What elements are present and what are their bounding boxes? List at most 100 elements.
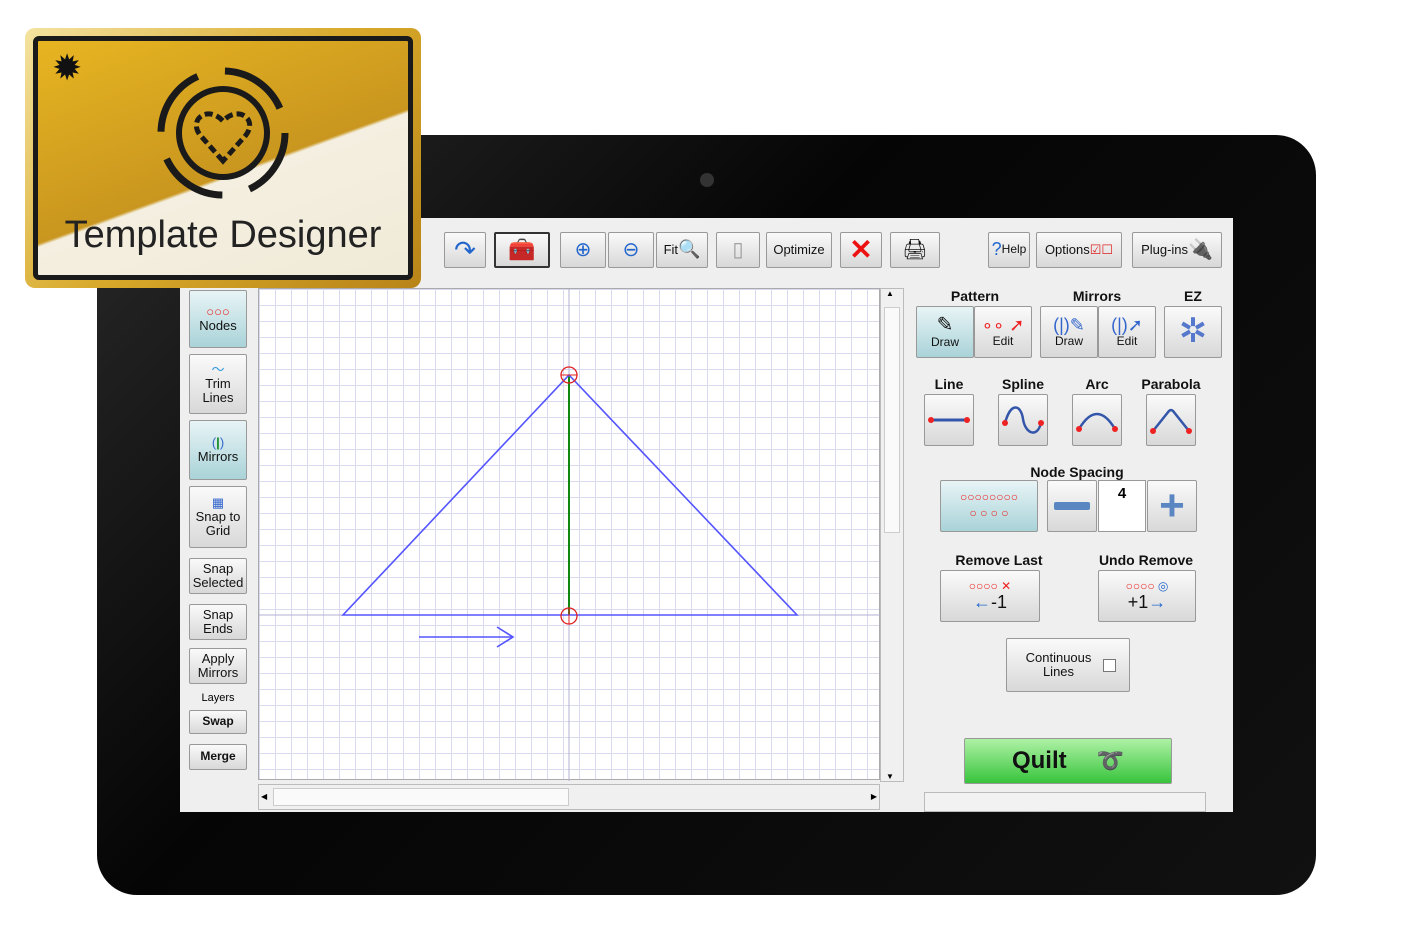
spline-tool-button[interactable] — [998, 394, 1048, 446]
ez-heading: EZ — [1184, 288, 1202, 304]
vertical-scrollbar[interactable]: ▲ ▼ — [880, 288, 904, 782]
star-flower-icon: ✲ — [1178, 312, 1208, 351]
mirrors-draw-button[interactable]: (|)✎ Draw — [1040, 306, 1098, 358]
swap-button[interactable]: Swap — [189, 710, 247, 734]
continuous-label: Continuous Lines — [1025, 649, 1092, 679]
pencil-icon: ✎ — [936, 314, 954, 337]
arc-icon — [1076, 412, 1118, 432]
pattern-edit-button[interactable]: ∘∘ ➚ Edit — [974, 306, 1032, 358]
scroll-down-icon[interactable]: ▼ — [886, 772, 894, 781]
spline-heading: Spline — [1001, 376, 1044, 392]
nodes-icon: ○○○ — [206, 303, 230, 319]
toolbox-button[interactable]: 🧰 — [494, 232, 550, 268]
options-button[interactable]: Options ☑☐ — [1036, 232, 1122, 268]
pattern-draw-button[interactable]: ✎ Draw — [916, 306, 974, 358]
node-spacing-value[interactable]: 4 — [1098, 480, 1146, 532]
snap-selected-button[interactable]: Snap Selected — [189, 558, 247, 594]
scroll-right-icon[interactable]: ▶ — [871, 792, 877, 801]
node-spacing-icon: ○○○○○○○○ ○ ○ ○ ○ — [960, 490, 1018, 520]
redo-button[interactable]: ↷ — [444, 232, 486, 268]
trim-lines-button[interactable]: 〜 Trim Lines — [189, 354, 247, 414]
left-arrow-icon: ← — [972, 591, 991, 612]
apply-mirrors-button[interactable]: Apply Mirrors — [189, 648, 247, 684]
line-heading: Line — [934, 376, 964, 392]
options-label: Options — [1044, 241, 1090, 257]
mirror-icon: (|) — [211, 434, 225, 450]
node-spacing-heading: Node Spacing — [1030, 464, 1124, 480]
nodes-label: Nodes — [199, 318, 237, 333]
mirrors-edit-label: Edit — [1116, 334, 1138, 349]
trim-label: Trim Lines — [202, 375, 234, 406]
right-arrow-icon: → — [1148, 591, 1167, 612]
mirrors-edit-button[interactable]: (|)➚ Edit — [1098, 306, 1156, 358]
increase-spacing-button[interactable]: + — [1147, 480, 1197, 532]
pattern-edit-label: Edit — [992, 334, 1014, 349]
quilt-label: Quilt — [1011, 746, 1067, 774]
snap-grid-label: Snap to Grid — [195, 508, 241, 539]
canvas-drawing — [259, 289, 881, 781]
snap-ends-button[interactable]: Snap Ends — [189, 604, 247, 640]
scroll-left-icon[interactable]: ◀ — [261, 792, 267, 801]
direction-arrow-icon — [419, 626, 515, 648]
fit-label: Fit — [663, 241, 679, 257]
plus-icon: + — [1159, 480, 1185, 530]
parabola-heading: Parabola — [1141, 376, 1201, 392]
undo-remove-button[interactable]: ○○○○ ◎ +1→ — [1098, 570, 1196, 622]
app-screen: ↷ 🧰 ⊕ ⊖ Fit 🔍 ▯ Optimize ✕ 🖨 ? Help Option… — [180, 218, 1233, 812]
page-button[interactable]: ▯ — [716, 232, 760, 268]
template-designer-badge: ✹ Template Designer — [25, 28, 421, 288]
checkbox-icon[interactable] — [1102, 658, 1116, 672]
help-button[interactable]: ? Help — [988, 232, 1030, 268]
fit-button[interactable]: Fit 🔍 — [656, 232, 708, 268]
scroll-up-icon[interactable]: ▲ — [886, 289, 894, 298]
mirrors-draw-label: Draw — [1054, 334, 1083, 349]
print-button[interactable]: 🖨 — [890, 232, 940, 268]
layers-label: Layers — [201, 692, 235, 704]
remove-last-button[interactable]: ○○○○ ✕ ←-1 — [940, 570, 1040, 622]
merge-button[interactable]: Merge — [189, 744, 247, 770]
trim-icon: 〜 — [211, 361, 225, 377]
nodes-button[interactable]: ○○○ Nodes — [189, 290, 247, 348]
node-spacing-preview[interactable]: ○○○○○○○○ ○ ○ ○ ○ — [940, 480, 1038, 532]
continuous-lines-toggle[interactable]: Continuous Lines — [1006, 638, 1130, 692]
scroll-thumb[interactable] — [884, 307, 900, 533]
hscroll-thumb[interactable] — [273, 788, 569, 806]
plugins-label: Plug-ins — [1141, 241, 1189, 257]
delete-button[interactable]: ✕ — [840, 232, 882, 268]
toolbox-icon: 🧰 — [508, 236, 536, 262]
decrease-spacing-button[interactable] — [1047, 480, 1097, 532]
line-icon — [928, 417, 970, 423]
cursor-icon: ∘∘ ➚ — [981, 314, 1025, 335]
line-tool-button[interactable] — [924, 394, 974, 446]
undo-remove-heading: Undo Remove — [1098, 552, 1194, 568]
help-icon: ? — [991, 239, 1002, 260]
minus-icon — [1054, 502, 1090, 510]
grid-icon: ▦ — [211, 494, 225, 510]
arc-tool-button[interactable] — [1072, 394, 1122, 446]
parabola-tool-button[interactable] — [1146, 394, 1196, 446]
camera — [700, 173, 714, 187]
snap-to-grid-button[interactable]: ▦ Snap to Grid — [189, 486, 247, 548]
drawing-canvas[interactable] — [258, 288, 881, 781]
quilt-button[interactable]: Quilt ➰ — [964, 738, 1172, 784]
undo-remove-count: +1 — [1127, 591, 1149, 612]
magnifier-icon: 🔍 — [678, 239, 701, 260]
heart-target-logo — [157, 67, 289, 199]
redo-icon: ↷ — [454, 234, 476, 265]
plugins-button[interactable]: Plug-ins 🔌 — [1132, 232, 1222, 268]
zoom-out-button[interactable]: ⊖ — [608, 232, 654, 268]
parabola-icon — [1150, 408, 1192, 434]
zoom-in-button[interactable]: ⊕ — [560, 232, 606, 268]
ez-button[interactable]: ✲ — [1164, 306, 1222, 358]
optimize-button[interactable]: Optimize — [766, 232, 832, 268]
spline-icon — [1002, 406, 1044, 434]
remove-last-heading: Remove Last — [955, 552, 1043, 568]
plug-icon: 🔌 — [1188, 239, 1213, 261]
printer-icon: 🖨 — [902, 239, 928, 261]
sparkle-icon: ✹ — [52, 47, 83, 88]
badge-title: Template Designer — [64, 214, 382, 256]
zoom-in-icon: ⊕ — [574, 239, 592, 261]
help-label: Help — [1001, 242, 1027, 257]
horizontal-scrollbar[interactable]: ◀ ▶ — [258, 784, 880, 810]
mirrors-toggle[interactable]: (|) Mirrors — [189, 420, 247, 480]
